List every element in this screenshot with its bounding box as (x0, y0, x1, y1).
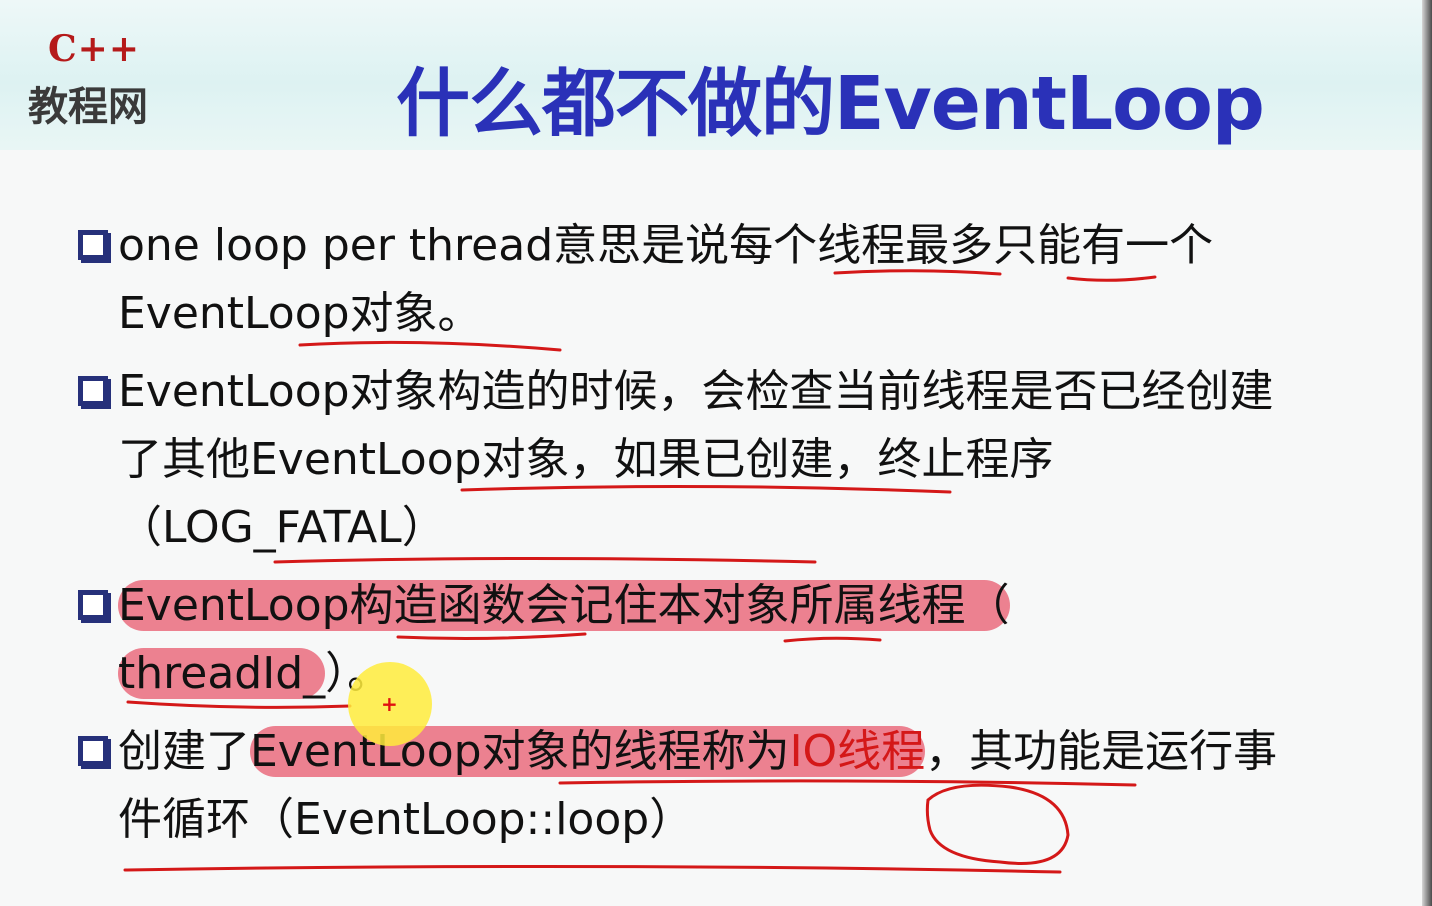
checkbox-icon (78, 376, 108, 406)
bullet-3-highlight: EventLoop构造函数会记住本对象所属线程（ (118, 580, 1010, 631)
bullet-text-4: 创建了EventLoop对象的线程称为IO线程，其功能是运行事件循环（Event… (118, 718, 1298, 854)
bullet-4-highlight: EventLoop对象的线程称为IO线程 (250, 726, 926, 777)
bullet-1-text: one loop per thread意思是说每个线程最多只能有一个EventL… (118, 220, 1214, 339)
underline-loop-line (123, 864, 1062, 874)
bullet-3-threadid: threadId_ (118, 648, 326, 699)
bullet-4-highlight-text: EventLoop对象的线程称为 (250, 726, 790, 777)
logo: C++ 教程网 (28, 28, 188, 130)
checkbox-icon (78, 736, 108, 766)
slide-title: 什么都不做的EventLoop (396, 61, 1265, 147)
window-edge (1422, 0, 1432, 906)
bullet-4-io-thread: IO线程 (789, 726, 926, 777)
bullet-2-text: EventLoop对象构造的时候，会检查当前线程是否已经创建了其他EventLo… (118, 366, 1274, 553)
bullet-item-3: EventLoop构造函数会记住本对象所属线程（ threadId_）。 (78, 572, 1318, 708)
bullet-text-3: EventLoop构造函数会记住本对象所属线程（ threadId_）。 (118, 572, 1298, 708)
bullet-text-1: one loop per thread意思是说每个线程最多只能有一个EventL… (118, 212, 1298, 348)
bullet-item-4: 创建了EventLoop对象的线程称为IO线程，其功能是运行事件循环（Event… (78, 718, 1318, 854)
bullet-item-2: EventLoop对象构造的时候，会检查当前线程是否已经创建了其他EventLo… (78, 358, 1318, 562)
bullet-4-lead: 创建了 (118, 726, 250, 777)
cursor-crosshair-icon: + (381, 692, 398, 716)
logo-site-name: 教程网 (28, 84, 148, 130)
checkbox-icon (78, 590, 108, 620)
logo-cpp: C++ (48, 28, 140, 70)
checkbox-icon (78, 230, 108, 260)
bullet-text-2: EventLoop对象构造的时候，会检查当前线程是否已经创建了其他EventLo… (118, 358, 1298, 562)
bullet-list: one loop per thread意思是说每个线程最多只能有一个EventL… (78, 212, 1318, 864)
bullet-item-1: one loop per thread意思是说每个线程最多只能有一个EventL… (78, 212, 1318, 348)
